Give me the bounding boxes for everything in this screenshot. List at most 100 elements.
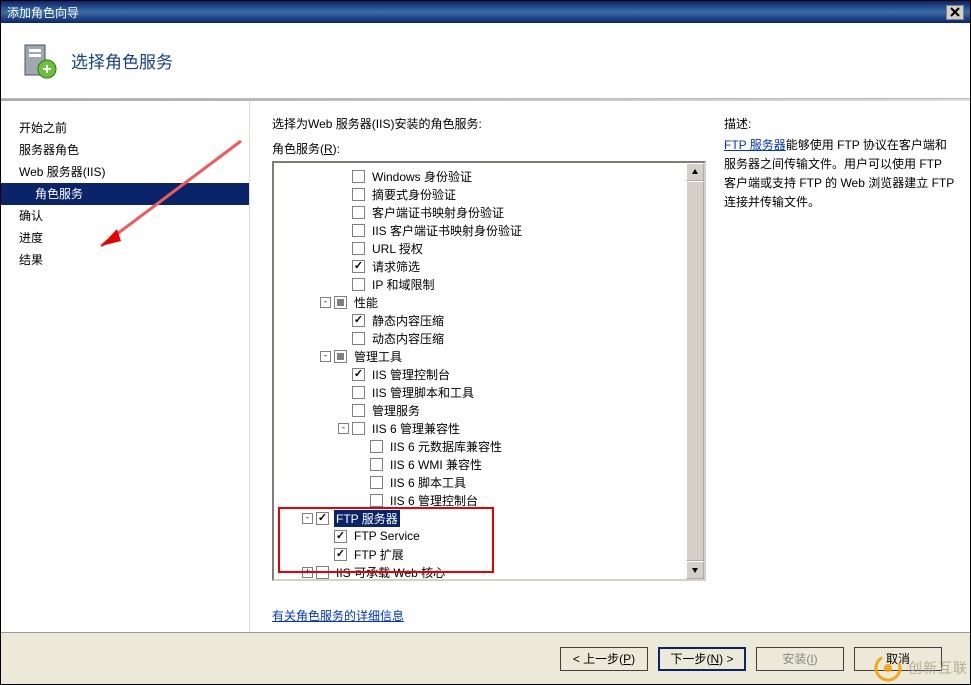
scrollbar[interactable] [686, 163, 704, 579]
watermark-icon [874, 654, 902, 682]
tree-item-label: URL 授权 [370, 240, 425, 257]
checkbox[interactable] [352, 386, 365, 399]
tree-row[interactable]: IIS 管理控制台 [274, 365, 686, 383]
scroll-up[interactable] [686, 163, 704, 181]
wizard-window: 添加角色向导 选择角色服务 开始之前服务器角色Web 服务器(IIS)角色服务确… [0, 0, 971, 685]
watermark: 创新互联 [810, 638, 970, 684]
tree-item-label: IIS 客户端证书映射身份验证 [370, 222, 524, 239]
tree-row[interactable]: FTP Service [274, 527, 686, 545]
checkbox[interactable] [352, 260, 365, 273]
tree-row[interactable]: Windows 身份验证 [274, 167, 686, 185]
checkbox[interactable] [352, 242, 365, 255]
tree-row[interactable]: 静态内容压缩 [274, 311, 686, 329]
role-services-tree[interactable]: Windows 身份验证摘要式身份验证客户端证书映射身份验证IIS 客户端证书映… [274, 163, 686, 579]
tree-row[interactable]: 摘要式身份验证 [274, 185, 686, 203]
header-title: 选择角色服务 [71, 48, 173, 73]
tree-box: Windows 身份验证摘要式身份验证客户端证书映射身份验证IIS 客户端证书映… [272, 161, 706, 581]
tree-row[interactable]: IP 和域限制 [274, 275, 686, 293]
tree-row[interactable]: 请求筛选 [274, 257, 686, 275]
tree-row[interactable]: FTP 扩展 [274, 545, 686, 563]
tree-item-label: 性能 [352, 294, 380, 311]
sidebar-item[interactable]: Web 服务器(IIS) [1, 161, 249, 183]
checkbox[interactable] [370, 440, 383, 453]
checkbox[interactable] [370, 494, 383, 507]
checkbox[interactable] [352, 422, 365, 435]
scroll-thumb[interactable] [686, 181, 704, 561]
description-body: FTP 服务器能够使用 FTP 协议在客户端和服务器之间传输文件。用户可以使用 … [724, 136, 956, 212]
description-link[interactable]: FTP 服务器 [724, 138, 786, 152]
checkbox[interactable] [370, 458, 383, 471]
checkbox[interactable] [352, 224, 365, 237]
description-column: 描述: FTP 服务器能够使用 FTP 协议在客户端和服务器之间传输文件。用户可… [706, 115, 956, 624]
detail-link-row: 有关角色服务的详细信息 [272, 607, 706, 624]
sidebar-item[interactable]: 进度 [1, 227, 249, 249]
form-column: 选择为Web 服务器(IIS)安装的角色服务: 角色服务(R): Windows… [272, 115, 706, 624]
checkbox[interactable] [352, 332, 365, 345]
tree-row[interactable]: 管理服务 [274, 401, 686, 419]
description-title: 描述: [724, 115, 956, 132]
tree-item-label: FTP 服务器 [334, 510, 400, 527]
tree-row[interactable]: IIS 6 元数据库兼容性 [274, 437, 686, 455]
wizard-icon [19, 41, 59, 81]
checkbox[interactable] [352, 206, 365, 219]
tree-item-label: IIS 6 脚本工具 [388, 474, 468, 491]
window-title: 添加角色向导 [7, 4, 79, 21]
sidebar-item[interactable]: 开始之前 [1, 117, 249, 139]
tree-row[interactable]: IIS 6 WMI 兼容性 [274, 455, 686, 473]
tree-row[interactable]: IIS 6 管理控制台 [274, 491, 686, 509]
checkbox[interactable] [334, 350, 347, 363]
expand-icon[interactable]: + [302, 567, 313, 578]
collapse-icon[interactable]: - [320, 351, 331, 362]
checkbox[interactable] [352, 404, 365, 417]
tree-row[interactable]: IIS 客户端证书映射身份验证 [274, 221, 686, 239]
body: 开始之前服务器角色Web 服务器(IIS)角色服务确认进度结果 选择为Web 服… [1, 101, 970, 632]
checkbox[interactable] [370, 476, 383, 489]
sidebar-item[interactable]: 角色服务 [1, 183, 249, 205]
tree-item-label: IIS 可承载 Web 核心 [334, 564, 447, 580]
next-button[interactable]: 下一步(N) > [658, 647, 746, 671]
tree-item-label: IIS 6 管理控制台 [388, 492, 480, 509]
collapse-icon[interactable]: - [302, 513, 313, 524]
tree-item-label: FTP 扩展 [352, 546, 406, 563]
tree-item-label: 静态内容压缩 [370, 312, 446, 329]
checkbox[interactable] [352, 188, 365, 201]
details-link[interactable]: 有关角色服务的详细信息 [272, 609, 404, 623]
prev-button[interactable]: < 上一步(P) [560, 647, 648, 671]
checkbox[interactable] [334, 548, 347, 561]
close-button[interactable] [946, 5, 964, 20]
sidebar-item[interactable]: 结果 [1, 249, 249, 271]
close-icon [950, 7, 960, 17]
checkbox[interactable] [352, 314, 365, 327]
collapse-icon[interactable]: - [338, 423, 349, 434]
checkbox[interactable] [352, 170, 365, 183]
tree-row[interactable]: IIS 管理脚本和工具 [274, 383, 686, 401]
checkbox[interactable] [334, 296, 347, 309]
tree-row[interactable]: -管理工具 [274, 347, 686, 365]
tree-row[interactable]: IIS 6 脚本工具 [274, 473, 686, 491]
collapse-icon[interactable]: - [320, 297, 331, 308]
tree-row[interactable]: 动态内容压缩 [274, 329, 686, 347]
main-area: 选择为Web 服务器(IIS)安装的角色服务: 角色服务(R): Windows… [250, 101, 970, 632]
list-label: 角色服务(R): [272, 140, 706, 157]
checkbox[interactable] [316, 566, 329, 579]
sidebar-item[interactable]: 服务器角色 [1, 139, 249, 161]
sidebar-item[interactable]: 确认 [1, 205, 249, 227]
intro-text: 选择为Web 服务器(IIS)安装的角色服务: [272, 115, 706, 132]
tree-item-label: 动态内容压缩 [370, 330, 446, 347]
tree-row[interactable]: -IIS 6 管理兼容性 [274, 419, 686, 437]
tree-item-label: 请求筛选 [370, 258, 422, 275]
tree-row[interactable]: - FTP 服务器 [274, 509, 686, 527]
scroll-down[interactable] [686, 561, 704, 579]
tree-row[interactable]: 客户端证书映射身份验证 [274, 203, 686, 221]
tree-row[interactable]: URL 授权 [274, 239, 686, 257]
triangle-down-icon [691, 566, 699, 574]
checkbox[interactable] [352, 278, 365, 291]
tree-item-label: Windows 身份验证 [370, 168, 474, 185]
tree-row[interactable]: + IIS 可承载 Web 核心 [274, 563, 686, 579]
checkbox[interactable] [352, 368, 365, 381]
tree-item-label: 摘要式身份验证 [370, 186, 458, 203]
checkbox[interactable] [334, 530, 347, 543]
tree-row[interactable]: - 性能 [274, 293, 686, 311]
checkbox[interactable] [316, 512, 329, 525]
sidebar: 开始之前服务器角色Web 服务器(IIS)角色服务确认进度结果 [1, 101, 250, 632]
